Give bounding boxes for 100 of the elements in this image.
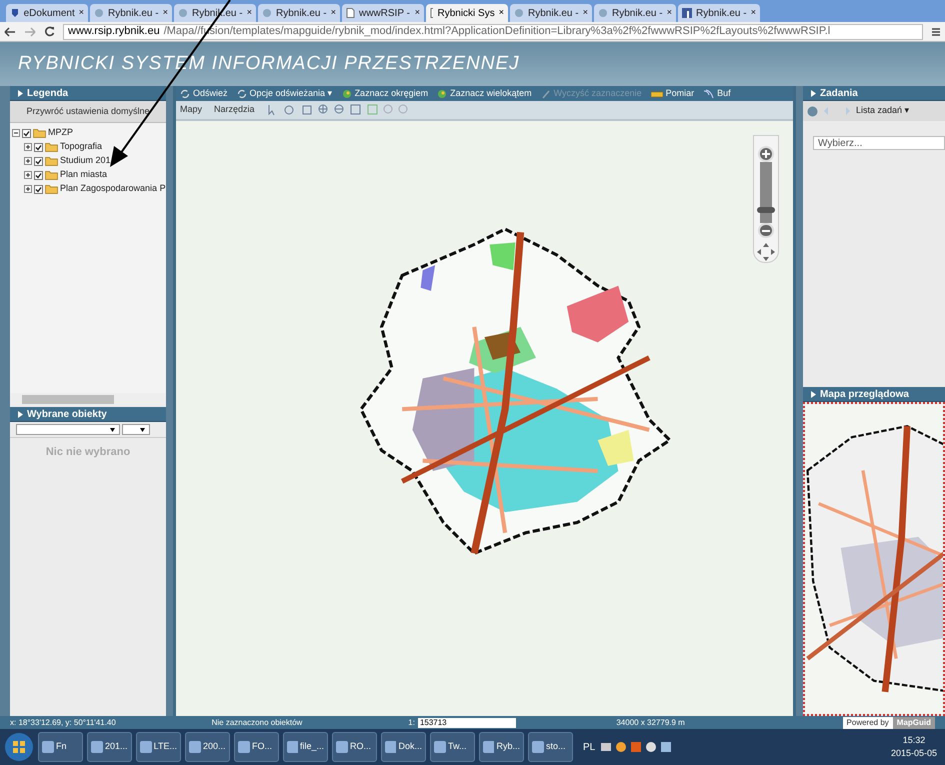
- panel-header[interactable]: Legenda: [10, 86, 166, 101]
- checkbox[interactable]: [34, 142, 43, 152]
- clock-time[interactable]: 15:32: [902, 734, 926, 747]
- toolbar-button[interactable]: Pomiar: [650, 86, 694, 100]
- expander-icon[interactable]: [24, 157, 32, 165]
- taskbar-button[interactable]: LTE...: [136, 732, 181, 762]
- expander-icon[interactable]: [24, 185, 32, 193]
- toolbar-button[interactable]: Buf: [703, 86, 731, 100]
- buffer-icon: [703, 88, 714, 98]
- browser-tab[interactable]: Rybnik.eu - ×: [594, 4, 676, 22]
- browser-tab[interactable]: Rybnicki Sys ×: [426, 4, 508, 22]
- refresh-icon: [236, 88, 247, 98]
- taskbar-button[interactable]: RO...: [332, 732, 377, 762]
- checkbox[interactable]: [22, 128, 31, 138]
- taskbar-button[interactable]: file_...: [283, 732, 328, 762]
- task-dropdown[interactable]: Wybierz...: [813, 136, 945, 150]
- folder-icon: [45, 170, 58, 180]
- toolbar-button[interactable]: Zaznacz okręgiem: [342, 86, 428, 100]
- app-icon: [532, 741, 544, 753]
- emblem-icon: [598, 8, 608, 18]
- expander-icon[interactable]: [12, 129, 20, 137]
- expander-icon[interactable]: [24, 171, 32, 179]
- empty-message: Nic nie wybrano: [46, 445, 130, 458]
- layer-label[interactable]: Studium 201: [60, 154, 111, 168]
- close-tab-button[interactable]: ×: [750, 6, 756, 20]
- reset-button[interactable]: Przywróć ustawienia domyślne: [10, 101, 166, 123]
- close-tab-button[interactable]: ×: [666, 6, 672, 20]
- object-dropdown[interactable]: [122, 424, 150, 435]
- expand-triangle-icon: [811, 390, 816, 398]
- plus-icon: [762, 150, 770, 158]
- menu-icon[interactable]: [931, 26, 941, 36]
- expander-icon[interactable]: [24, 143, 32, 151]
- close-tab-button[interactable]: ×: [162, 6, 168, 20]
- panel-header[interactable]: Zadania: [803, 86, 945, 101]
- taskbar-button[interactable]: FO...: [234, 732, 279, 762]
- app-icon: [42, 741, 54, 753]
- back-icon[interactable]: [4, 26, 16, 36]
- start-orb-icon[interactable]: [4, 732, 34, 762]
- close-tab-button[interactable]: ×: [582, 6, 588, 20]
- tab-label: Rybnicki Sys: [437, 6, 495, 20]
- app-icon: [238, 741, 250, 753]
- browser-tab[interactable]: Rybnik.eu - ×: [258, 4, 340, 22]
- zoom-slider[interactable]: [753, 135, 779, 263]
- brush-icon: [540, 88, 551, 98]
- tab-label: Rybnik.eu -: [696, 6, 747, 20]
- checkbox[interactable]: [34, 170, 43, 180]
- app-icon: [287, 741, 298, 753]
- shield-icon: [10, 8, 20, 18]
- taskbar-button[interactable]: Fn: [38, 732, 83, 762]
- toolbar-button[interactable]: Opcje odświeżania ▾: [236, 86, 333, 100]
- browser-tab[interactable]: wwwRSIP - ×: [342, 4, 424, 22]
- tab-label: Rybnik.eu -: [528, 6, 579, 20]
- taskbar-button[interactable]: Ryb...: [479, 732, 524, 762]
- toolbar-button[interactable]: Zaznacz wielokątem: [437, 86, 532, 100]
- close-tab-button[interactable]: ×: [414, 6, 420, 20]
- menu-button[interactable]: Narzędzia: [214, 103, 255, 117]
- page-icon: [430, 8, 434, 18]
- ruler-icon: [650, 90, 663, 98]
- app-icon: [336, 741, 348, 753]
- tab-label: eDokument: [24, 6, 75, 20]
- clock-date[interactable]: 2015-05-05: [890, 747, 937, 760]
- tab-label: Rybnik.eu -: [612, 6, 663, 20]
- taskbar-button[interactable]: sto...: [528, 732, 573, 762]
- home-icon[interactable]: [807, 106, 818, 116]
- folder-icon: [45, 184, 58, 194]
- coordinates-text: x: 18°33'12.69, y: 50°11'41.40: [10, 716, 117, 728]
- close-tab-button[interactable]: ×: [330, 6, 336, 20]
- expand-triangle-icon: [18, 90, 23, 96]
- app-icon: [91, 741, 103, 753]
- app-icon: [434, 741, 446, 753]
- checkbox[interactable]: [34, 156, 43, 166]
- globe-icon: [437, 88, 448, 98]
- layer-label[interactable]: Plan Zagospodarowania P: [60, 182, 166, 196]
- layer-label[interactable]: MPZP: [48, 126, 74, 140]
- taskbar-button[interactable]: Dok...: [381, 732, 426, 762]
- toolbar-button[interactable]: Odśwież: [180, 86, 228, 100]
- layer-label[interactable]: Plan miasta: [60, 168, 108, 182]
- reload-icon[interactable]: [44, 26, 55, 37]
- taskbar-button[interactable]: Tw...: [430, 732, 475, 762]
- browser-tab[interactable]: Rybnik.eu - ×: [90, 4, 172, 22]
- close-tab-button[interactable]: ×: [78, 6, 84, 20]
- emblem-icon: [94, 8, 104, 18]
- menu-button[interactable]: Mapy: [180, 103, 202, 117]
- taskbar-button[interactable]: 200...: [185, 732, 230, 762]
- browser-tab[interactable]: Rybnik.eu - ×: [678, 4, 760, 22]
- extent-text: 34000 x 32779.9 m: [616, 716, 686, 728]
- panel-header[interactable]: Wybrane obiekty: [10, 407, 166, 422]
- close-tab-button[interactable]: ×: [498, 6, 504, 20]
- browser-tab[interactable]: eDokument ×: [6, 4, 88, 22]
- pan-arrows-icon[interactable]: [756, 242, 776, 262]
- scale-field[interactable]: 153713: [418, 718, 516, 728]
- folder-icon: [45, 156, 58, 166]
- language-indicator[interactable]: PL: [583, 740, 596, 754]
- taskbar-button[interactable]: 201...: [87, 732, 132, 762]
- browser-tab[interactable]: Rybnik.eu - ×: [510, 4, 592, 22]
- layer-label[interactable]: Topografia: [60, 140, 102, 154]
- emblem-icon: [514, 8, 524, 18]
- checkbox[interactable]: [34, 184, 43, 194]
- slider-thumb[interactable]: [757, 207, 775, 214]
- panel-header[interactable]: Mapa przeglądowa: [803, 387, 945, 402]
